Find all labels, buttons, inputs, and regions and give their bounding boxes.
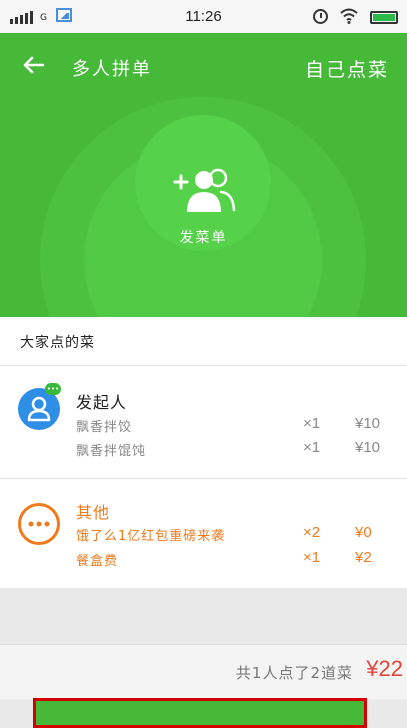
group-name: 其他 xyxy=(76,503,111,522)
status-bar: G 11:26 xyxy=(0,0,407,33)
alarm-icon xyxy=(313,9,328,24)
order-list: 大家点的菜 ••• 发起人 飘香拌饺 ×1 ¥10 飘香拌馄饨 ×1 ¥10 其… xyxy=(0,317,407,588)
dish-qty: ×2 xyxy=(303,524,321,541)
dish-qty: ×1 xyxy=(303,415,321,432)
dish-price: ¥10 xyxy=(355,415,381,432)
header-panel: 多人拼单 自己点菜 发菜单 xyxy=(0,33,407,317)
others-avatar xyxy=(18,503,60,545)
dish-name: 餐盒费 xyxy=(76,554,119,569)
more-icon xyxy=(28,521,50,527)
order-total: ¥22 xyxy=(366,656,403,681)
dish-name: 飘香拌饺 xyxy=(76,420,133,435)
divider xyxy=(0,365,407,366)
back-arrow-icon[interactable] xyxy=(22,56,44,74)
dish-qty: ×1 xyxy=(303,439,321,456)
order-summary: 共1人点了2道菜 xyxy=(235,664,353,682)
battery-icon xyxy=(370,11,398,24)
dish-price: ¥2 xyxy=(355,549,372,566)
submit-order-button[interactable] xyxy=(33,698,367,728)
order-summary-bar: 共1人点了2道菜 ¥22 xyxy=(0,644,407,699)
wifi-icon xyxy=(340,8,358,24)
dish-name: 饿了么1亿红包重磅来袭 xyxy=(76,529,226,544)
group-name: 发起人 xyxy=(76,393,128,412)
add-users-icon xyxy=(173,168,236,212)
section-title: 大家点的菜 xyxy=(20,335,95,351)
dish-name: 飘香拌馄饨 xyxy=(76,444,147,459)
chat-badge-icon: ••• xyxy=(45,383,61,395)
self-order-button[interactable]: 自己点菜 xyxy=(305,55,389,82)
dish-qty: ×1 xyxy=(303,549,321,566)
dish-price: ¥0 xyxy=(355,524,372,541)
dish-price: ¥10 xyxy=(355,439,381,456)
launch-order-label: 发菜单 xyxy=(179,230,228,246)
page-title: 多人拼单 xyxy=(72,59,152,80)
divider xyxy=(0,478,407,479)
